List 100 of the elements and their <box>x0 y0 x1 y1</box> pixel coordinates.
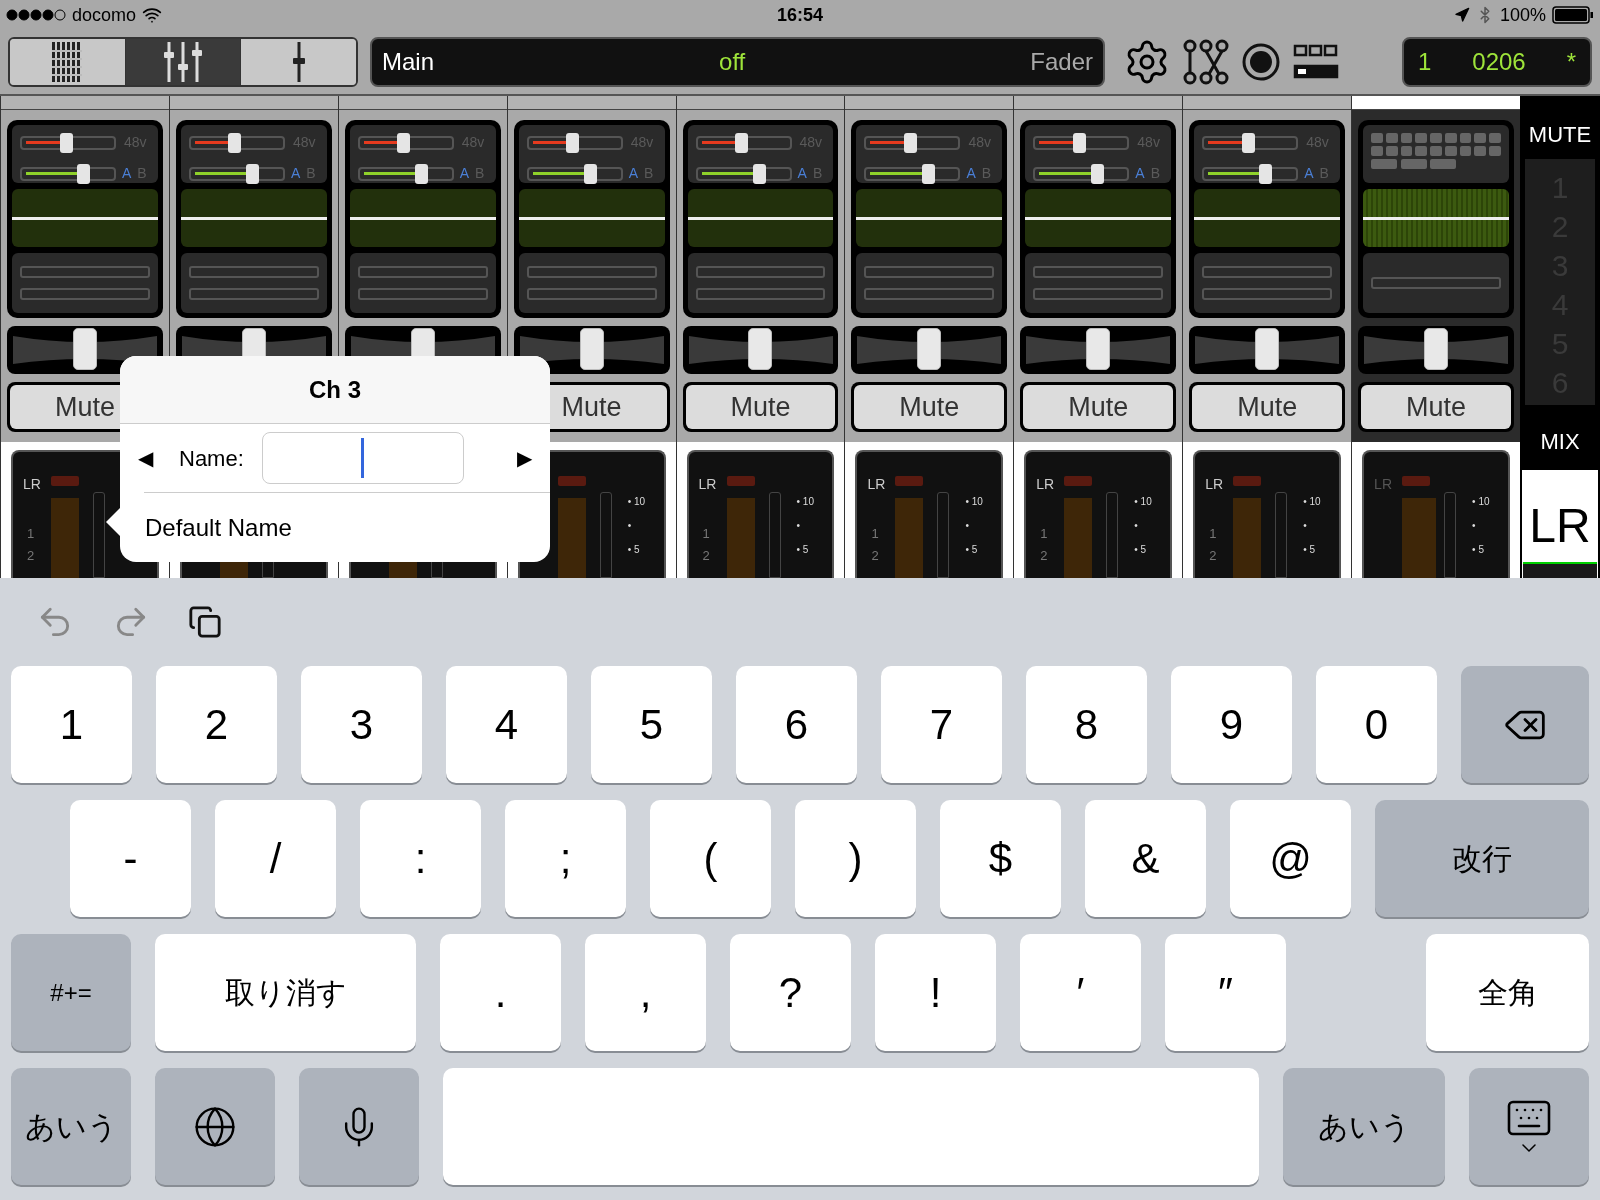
strip-select-bar[interactable] <box>338 96 507 110</box>
keyboard-key[interactable]: . <box>440 934 561 1051</box>
slider-thumb[interactable] <box>1072 132 1086 153</box>
slider-thumb[interactable] <box>397 132 411 153</box>
slider-thumb[interactable] <box>583 163 597 184</box>
slider-thumb[interactable] <box>752 163 766 184</box>
bus-a-label[interactable]: A <box>290 163 301 184</box>
slider-thumb[interactable] <box>1090 163 1104 184</box>
keyboard-key[interactable]: 0 <box>1316 666 1437 783</box>
scene-counter[interactable]: 1 0206 * <box>1402 37 1592 87</box>
bus-a-label[interactable]: A <box>459 163 470 184</box>
next-channel-button[interactable]: ▶ <box>517 443 532 473</box>
strip-select-bar[interactable] <box>676 96 845 110</box>
keyboard-key[interactable]: 9 <box>1171 666 1292 783</box>
slider-thumb[interactable] <box>1259 163 1273 184</box>
eq-curve-display[interactable] <box>687 189 834 247</box>
pan-control[interactable] <box>1020 326 1177 374</box>
dictation-key[interactable] <box>299 1068 419 1185</box>
eq-curve-display[interactable] <box>349 189 496 247</box>
bus-a-label[interactable]: A <box>1135 163 1145 184</box>
paste-icon[interactable] <box>188 605 222 639</box>
keyboard-key[interactable]: 1 <box>11 666 132 783</box>
keyboard-key[interactable]: 2 <box>156 666 277 783</box>
keyboard-key[interactable]: , <box>585 934 706 1051</box>
scene-grid-icon[interactable] <box>1293 44 1339 80</box>
strip-select-bar[interactable] <box>1183 96 1352 110</box>
keyboard-key[interactable]: $ <box>940 800 1061 917</box>
eq-curve-display[interactable] <box>180 189 327 247</box>
slider-thumb[interactable] <box>735 132 749 153</box>
eq-curve-display[interactable] <box>856 189 1003 247</box>
slider-thumb[interactable] <box>1241 132 1255 153</box>
keyboard-key[interactable]: ) <box>795 800 916 917</box>
pan-control[interactable] <box>1358 326 1514 374</box>
strip-select-bar[interactable] <box>845 96 1014 110</box>
view-tab[interactable] <box>124 39 241 85</box>
keyboard-key[interactable]: 6 <box>736 666 857 783</box>
input-mode-key[interactable]: あいう <box>11 1068 131 1185</box>
slider-thumb[interactable] <box>566 132 580 153</box>
keyboard-key[interactable]: 7 <box>881 666 1002 783</box>
pan-thumb[interactable] <box>917 328 942 370</box>
strip-select-bar[interactable] <box>169 96 338 110</box>
pan-thumb[interactable] <box>579 328 604 370</box>
keyboard-key[interactable]: ; <box>505 800 626 917</box>
mute-button[interactable]: Mute <box>854 385 1005 429</box>
mute-button[interactable]: Mute <box>1023 385 1174 429</box>
keyboard-key[interactable]: : <box>360 800 481 917</box>
all-button[interactable] <box>1523 562 1597 578</box>
strip-select-bar[interactable] <box>1352 96 1520 110</box>
keyboard-key[interactable]: ! <box>875 934 996 1051</box>
input-mode-key[interactable]: あいう <box>1283 1068 1445 1185</box>
mute-button[interactable]: Mute <box>685 385 836 429</box>
strip-select-bar[interactable] <box>1 96 169 110</box>
slider-thumb[interactable] <box>414 163 428 184</box>
mute-button[interactable]: Mute <box>1192 385 1343 429</box>
delete-key[interactable] <box>1461 666 1589 783</box>
keyboard-key[interactable]: 8 <box>1026 666 1147 783</box>
slider-thumb[interactable] <box>921 163 935 184</box>
keyboard-key[interactable]: & <box>1085 800 1206 917</box>
return-key[interactable]: 改行 <box>1375 800 1589 917</box>
keyboard-key[interactable]: ′ <box>1020 934 1141 1051</box>
keyboard-key[interactable]: ( <box>650 800 771 917</box>
bus-a-label[interactable]: A <box>122 163 132 184</box>
dismiss-keyboard-key[interactable] <box>1469 1068 1589 1185</box>
previous-channel-button[interactable]: ◀ <box>138 443 153 473</box>
full-width-key[interactable]: 全角 <box>1426 934 1589 1051</box>
eq-curve-display[interactable] <box>12 189 158 247</box>
bus-a-label[interactable]: A <box>1304 163 1314 184</box>
routing-nodes-icon[interactable] <box>1183 39 1229 85</box>
globe-key[interactable] <box>155 1068 275 1185</box>
eq-curve-display[interactable] <box>1363 189 1509 247</box>
pan-thumb[interactable] <box>748 328 773 370</box>
slider-thumb[interactable] <box>59 132 73 153</box>
strip-select-bar[interactable] <box>507 96 676 110</box>
pan-thumb[interactable] <box>1255 328 1280 370</box>
keyboard-key[interactable]: - <box>70 800 191 917</box>
pan-thumb[interactable] <box>72 328 97 370</box>
bus-a-label[interactable]: A <box>628 163 638 184</box>
eq-curve-display[interactable] <box>1194 189 1341 247</box>
mix-display[interactable]: Main off Fader <box>370 37 1105 87</box>
slider-thumb[interactable] <box>228 132 242 153</box>
symbols-key[interactable]: #+= <box>11 934 131 1051</box>
slider-thumb[interactable] <box>904 132 918 153</box>
bus-a-label[interactable]: A <box>966 163 976 184</box>
eq-curve-display[interactable] <box>518 189 665 247</box>
view-tab[interactable] <box>240 39 356 85</box>
strip-select-bar[interactable] <box>1014 96 1183 110</box>
keyboard-key[interactable]: ? <box>730 934 851 1051</box>
keyboard-key[interactable]: ″ <box>1165 934 1286 1051</box>
keyboard-key[interactable]: 5 <box>591 666 712 783</box>
slider-thumb[interactable] <box>246 163 260 184</box>
keyboard-key[interactable]: / <box>215 800 336 917</box>
pan-thumb[interactable] <box>1086 328 1111 370</box>
name-input-field[interactable] <box>261 432 464 484</box>
pan-control[interactable] <box>1189 326 1346 374</box>
record-icon[interactable] <box>1241 42 1281 82</box>
cancel-key[interactable]: 取り消す <box>155 934 416 1051</box>
keyboard-key[interactable]: @ <box>1230 800 1351 917</box>
pan-control[interactable] <box>851 326 1008 374</box>
slider-thumb[interactable] <box>77 163 91 184</box>
bus-a-label[interactable]: A <box>797 163 807 184</box>
